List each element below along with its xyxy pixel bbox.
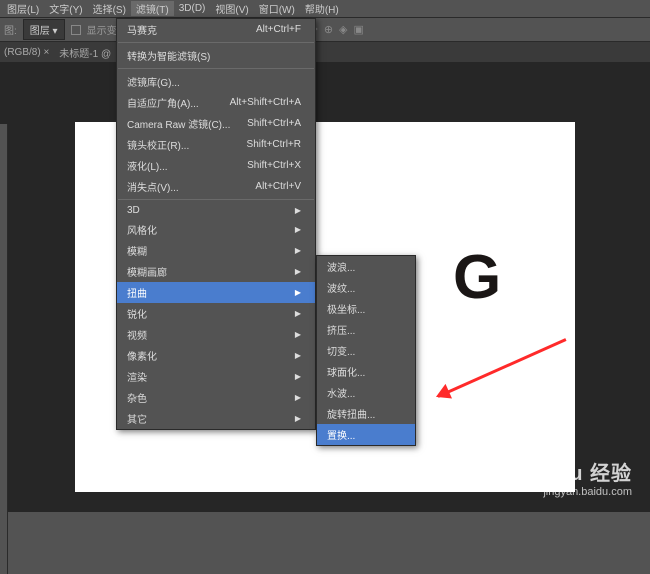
filter-blur-gallery[interactable]: 模糊画廊▶ bbox=[117, 261, 315, 282]
submenu-arrow-icon: ▶ bbox=[295, 206, 301, 215]
watermark-brand: Baidu 经验 bbox=[523, 457, 632, 486]
submenu-arrow-icon: ▶ bbox=[295, 351, 301, 360]
filter-smart[interactable]: 转换为智能滤镜(S) bbox=[117, 45, 315, 66]
distort-wave[interactable]: 波浪... bbox=[317, 256, 415, 277]
zoom-icon[interactable]: ⊕ bbox=[324, 23, 333, 36]
distort-displace[interactable]: 置换... bbox=[317, 424, 415, 445]
filter-vanish[interactable]: 消失点(V)...Alt+Ctrl+V bbox=[117, 176, 315, 197]
layer-dropdown[interactable]: 图层 ▾ bbox=[23, 19, 65, 40]
filter-gallery[interactable]: 滤镜库(G)... bbox=[117, 71, 315, 92]
menu-separator bbox=[118, 42, 314, 43]
filter-noise[interactable]: 杂色▶ bbox=[117, 387, 315, 408]
filter-other[interactable]: 其它▶ bbox=[117, 408, 315, 429]
filter-menu: 马赛克Alt+Ctrl+F 转换为智能滤镜(S) 滤镜库(G)... 自适应广角… bbox=[116, 18, 316, 430]
filter-distort[interactable]: 扭曲▶ bbox=[117, 282, 315, 303]
distort-polar[interactable]: 极坐标... bbox=[317, 298, 415, 319]
tab-doc-2[interactable]: 未标题-1 @ bbox=[59, 45, 111, 60]
document-tabs: (RGB/8) × 未标题-1 @ bbox=[0, 42, 650, 62]
submenu-arrow-icon: ▶ bbox=[295, 267, 301, 276]
filter-video[interactable]: 视频▶ bbox=[117, 324, 315, 345]
watermark-url: jingyan.baidu.com bbox=[523, 486, 632, 498]
submenu-arrow-icon: ▶ bbox=[295, 414, 301, 423]
submenu-arrow-icon: ▶ bbox=[295, 393, 301, 402]
light-icon[interactable]: ◈ bbox=[339, 23, 347, 36]
filter-sharpen[interactable]: 锐化▶ bbox=[117, 303, 315, 324]
menu-filter[interactable]: 滤镜(T) bbox=[131, 1, 174, 16]
submenu-arrow-icon: ▶ bbox=[295, 288, 301, 297]
img-label: 图: bbox=[4, 22, 17, 37]
show-label: 显示变 bbox=[87, 22, 117, 37]
submenu-arrow-icon: ▶ bbox=[295, 225, 301, 234]
menu-layer[interactable]: 图层(L) bbox=[2, 1, 44, 16]
menu-select[interactable]: 选择(S) bbox=[88, 1, 131, 16]
show-checkbox[interactable] bbox=[71, 25, 81, 35]
filter-last[interactable]: 马赛克Alt+Ctrl+F bbox=[117, 19, 315, 40]
tab-doc-1[interactable]: (RGB/8) × bbox=[4, 47, 49, 58]
tool-panel-edge bbox=[0, 124, 8, 574]
watermark: Baidu 经验 jingyan.baidu.com bbox=[523, 457, 632, 498]
distort-zigzag[interactable]: 水波... bbox=[317, 382, 415, 403]
filter-render[interactable]: 渲染▶ bbox=[117, 366, 315, 387]
filter-pixelate[interactable]: 像素化▶ bbox=[117, 345, 315, 366]
options-bar: 图: 图层 ▾ 显示变 ⊞ ⊟ ⋮⋮ ⋯ 3D 模式: ⟳ ✥ ⊕ ◈ ▣ bbox=[0, 18, 650, 42]
filter-stylize[interactable]: 风格化▶ bbox=[117, 219, 315, 240]
distort-submenu: 波浪... 波纹... 极坐标... 挤压... 切变... 球面化... 水波… bbox=[316, 255, 416, 446]
menu-window[interactable]: 窗口(W) bbox=[254, 1, 300, 16]
menu-separator bbox=[118, 199, 314, 200]
filter-adaptive[interactable]: 自适应广角(A)...Alt+Shift+Ctrl+A bbox=[117, 92, 315, 113]
menu-text[interactable]: 文字(Y) bbox=[44, 1, 87, 16]
filter-camera-raw[interactable]: Camera Raw 滤镜(C)...Shift+Ctrl+A bbox=[117, 113, 315, 134]
menubar: 图层(L) 文字(Y) 选择(S) 滤镜(T) 3D(D) 视图(V) 窗口(W… bbox=[0, 0, 650, 18]
submenu-arrow-icon: ▶ bbox=[295, 246, 301, 255]
distort-shear[interactable]: 切变... bbox=[317, 340, 415, 361]
filter-blur[interactable]: 模糊▶ bbox=[117, 240, 315, 261]
distort-pinch[interactable]: 挤压... bbox=[317, 319, 415, 340]
filter-lens[interactable]: 镜头校正(R)...Shift+Ctrl+R bbox=[117, 134, 315, 155]
filter-3d[interactable]: 3D▶ bbox=[117, 202, 315, 219]
submenu-arrow-icon: ▶ bbox=[295, 330, 301, 339]
menu-3d[interactable]: 3D(D) bbox=[174, 3, 211, 14]
distort-ripple[interactable]: 波纹... bbox=[317, 277, 415, 298]
camera-icon[interactable]: ▣ bbox=[354, 23, 364, 36]
menu-view[interactable]: 视图(V) bbox=[210, 1, 253, 16]
submenu-arrow-icon: ▶ bbox=[295, 309, 301, 318]
distort-spherize[interactable]: 球面化... bbox=[317, 361, 415, 382]
menu-help[interactable]: 帮助(H) bbox=[300, 1, 344, 16]
menu-separator bbox=[118, 68, 314, 69]
submenu-arrow-icon: ▶ bbox=[295, 372, 301, 381]
filter-liquify[interactable]: 液化(L)...Shift+Ctrl+X bbox=[117, 155, 315, 176]
distort-twirl[interactable]: 旋转扭曲... bbox=[317, 403, 415, 424]
